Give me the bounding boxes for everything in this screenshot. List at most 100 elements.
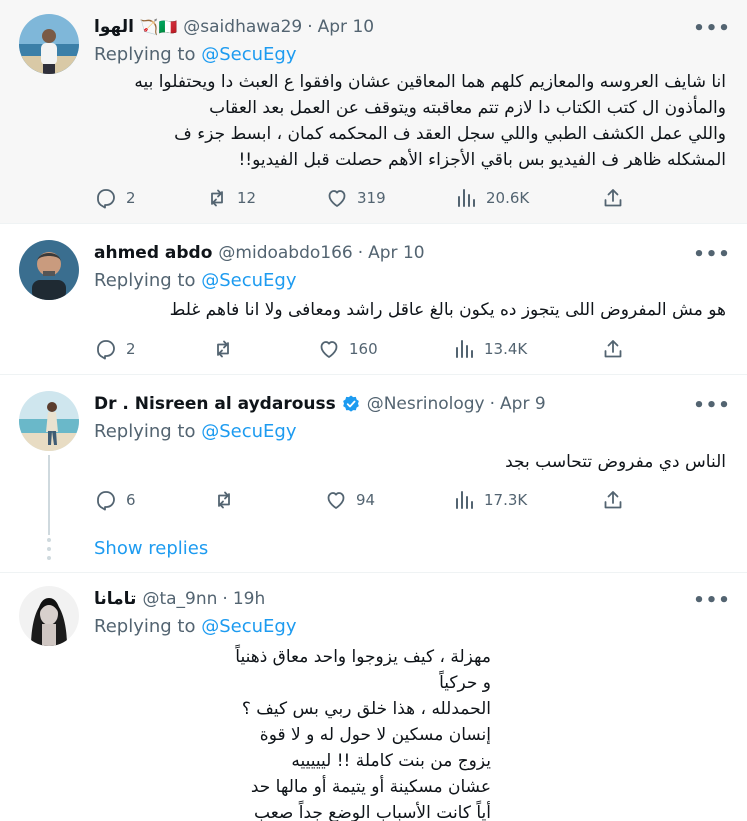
reply-icon [97,340,115,360]
share-icon [604,189,622,207]
views-count: 13.4K [484,340,528,358]
repost-icon [218,491,230,509]
name-flags: 🏹🇮🇹 [139,18,178,36]
like-icon [320,341,338,358]
tweet-date[interactable]: Apr 9 [500,394,546,414]
user-handle[interactable]: @Nesrinology [367,394,485,414]
separator-dot: · [357,243,364,263]
display-name[interactable]: الهوا [94,17,134,37]
reply-button[interactable]: 6 [94,488,136,512]
tweet-text: هو مش المفروض اللى يتجوز ده يكون بالغ عا… [170,297,726,323]
display-name[interactable]: ahmed abdo [94,243,212,263]
like-count: 319 [357,189,386,207]
views-button[interactable]: 20.6K [454,186,529,210]
more-icon[interactable]: ••• [693,590,730,611]
repost-icon [211,189,223,207]
like-button[interactable]: 94 [324,488,375,512]
tweet-date[interactable]: 19h [233,589,265,609]
tweet-actions: 2 160 13.4K [94,337,634,361]
replying-to-label: Replying to [94,270,196,291]
views-icon [458,189,475,207]
tweet-text-line: عشان مسكينة أو يتيمة أو مالها حد [250,777,491,797]
tweet-date[interactable]: Apr 10 [368,243,424,263]
tweet-text-line: أياً كانت الأسباب الوضع جداً صعب [254,803,491,821]
thread-dot [47,547,51,551]
share-icon [604,491,622,509]
reply-button[interactable]: 2 [94,186,136,210]
tweet-actions: 6 94 17.3K [94,488,634,512]
verified-icon [341,394,361,414]
tweet-text-line: الناس دي مفروض تتحاسب بجد [505,452,726,472]
tweet[interactable]: تامانا @ta_9nn · 19h ••• Replying to @Se… [0,573,747,821]
like-count: 94 [356,491,376,509]
display-name[interactable]: Dr . Nisreen al aydarouss [94,394,336,414]
tweet-text: انا شايف العروسه والمعازيم كلهم هما المع… [134,69,726,173]
tweet-text-line: والمأذون ال كتب الكتاب دا لازم تتم معاقب… [209,98,726,118]
tweet-text-line: انا شايف العروسه والمعازيم كلهم هما المع… [134,72,726,92]
tweet-text-line: مهزلة ، كيف يزوجوا واحد معاق ذهنياً [235,647,491,667]
replying-to: Replying to @SecuEgy [94,616,296,637]
user-handle[interactable]: @saidhawa29 [183,17,302,37]
user-handle[interactable]: @ta_9nn [142,589,217,609]
display-name[interactable]: تامانا [94,589,136,609]
replying-to-link[interactable]: @SecuEgy [201,270,296,291]
avatar[interactable] [19,14,79,74]
reply-button[interactable]: 2 [94,337,136,361]
tweet-text-line: واللي عمل الكشف الطبي واللي سجل العقد ف … [174,124,726,144]
replying-to: Replying to @SecuEgy [94,421,296,442]
tweet-header: تامانا @ta_9nn · 19h [94,587,265,611]
repost-button[interactable]: 12 [205,186,256,210]
reply-count: 2 [126,340,136,358]
replying-to-link[interactable]: @SecuEgy [201,44,296,65]
like-button[interactable]: 319 [325,186,386,210]
show-replies-link[interactable]: Show replies [94,538,208,559]
share-button[interactable] [601,337,625,361]
replying-to-link[interactable]: @SecuEgy [201,616,296,637]
views-icon [456,340,473,358]
tweet-text-line: و حركياً [439,673,491,693]
separator-dot: · [489,394,496,414]
views-button[interactable]: 17.3K [452,488,527,512]
repost-button[interactable] [212,488,244,512]
repost-button[interactable] [211,337,243,361]
tweet-header: ahmed abdo @midoabdo166 · Apr 10 [94,241,425,265]
tweet-text-line: الحمدلله ، هذا خلق ربي بس كيف ؟ [241,699,491,719]
views-button[interactable]: 13.4K [452,337,527,361]
replying-to-label: Replying to [94,616,196,637]
like-icon [328,190,346,207]
tweet[interactable]: الهوا 🏹🇮🇹 @saidhawa29 · Apr 10 ••• Reply… [0,0,747,223]
more-icon[interactable]: ••• [693,244,730,265]
more-icon[interactable]: ••• [693,395,730,416]
like-button[interactable]: 160 [317,337,378,361]
tweet-text-line: هو مش المفروض اللى يتجوز ده يكون بالغ عا… [169,300,726,320]
separator-dot: · [307,17,313,37]
tweet-actions: 2 12 319 20.6K [94,186,634,210]
reply-count: 6 [126,491,136,509]
share-button[interactable] [601,186,625,210]
replying-to-label: Replying to [94,44,196,65]
repost-count: 12 [237,189,257,207]
repost-icon [217,340,229,358]
reply-icon [97,189,115,209]
tweet[interactable]: Dr . Nisreen al aydarouss @Nesrinology ·… [0,375,747,572]
tweet-text-line: إنسان مسكين لا حول له و لا قوة [259,725,491,745]
views-count: 20.6K [486,189,530,207]
replying-to-link[interactable]: @SecuEgy [201,421,296,442]
replying-to: Replying to @SecuEgy [94,270,296,291]
avatar[interactable] [19,240,79,300]
avatar[interactable] [19,391,79,451]
avatar[interactable] [19,586,79,646]
tweet-date[interactable]: Apr 10 [318,17,374,37]
tweet-header: الهوا 🏹🇮🇹 @saidhawa29 · Apr 10 [94,15,374,39]
more-icon[interactable]: ••• [693,18,730,39]
thread-dot [47,538,51,542]
share-button[interactable] [601,488,625,512]
user-handle[interactable]: @midoabdo166 [218,243,352,263]
tweet-text: مهزلة ، كيف يزوجوا واحد معاق ذهنياً و حر… [235,644,491,821]
thread-dots [47,538,51,565]
tweet[interactable]: ahmed abdo @midoabdo166 · Apr 10 ••• Rep… [0,224,747,374]
reply-icon [97,491,115,511]
views-icon [456,491,473,509]
views-count: 17.3K [484,491,528,509]
tweet-text-line: يزوج من بنت كاملة !! ليييييه [291,751,491,771]
